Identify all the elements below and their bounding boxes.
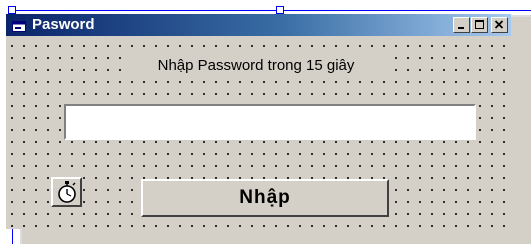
window-title: Pasword: [32, 16, 95, 33]
minimize-icon: [458, 27, 464, 29]
password-input[interactable]: [64, 104, 476, 140]
timer-control[interactable]: [51, 177, 82, 207]
form-client-area: Nhập Password trong 15 giây Nhập: [6, 36, 511, 229]
form-icon: [12, 19, 26, 32]
maximize-button[interactable]: [471, 17, 488, 33]
enter-button[interactable]: Nhập: [141, 179, 389, 217]
resize-handle-top-left[interactable]: [8, 6, 16, 14]
title-bar[interactable]: Pasword: [6, 14, 511, 36]
resize-handle-top-center[interactable]: [276, 6, 284, 14]
maximize-icon: [475, 20, 484, 29]
close-icon: [494, 20, 504, 29]
prompt-label: Nhập Password trong 15 giây: [126, 56, 386, 76]
stopwatch-icon: [58, 181, 76, 203]
selection-border-top: [12, 10, 531, 11]
close-button[interactable]: [491, 17, 508, 33]
minimize-button[interactable]: [453, 17, 470, 33]
